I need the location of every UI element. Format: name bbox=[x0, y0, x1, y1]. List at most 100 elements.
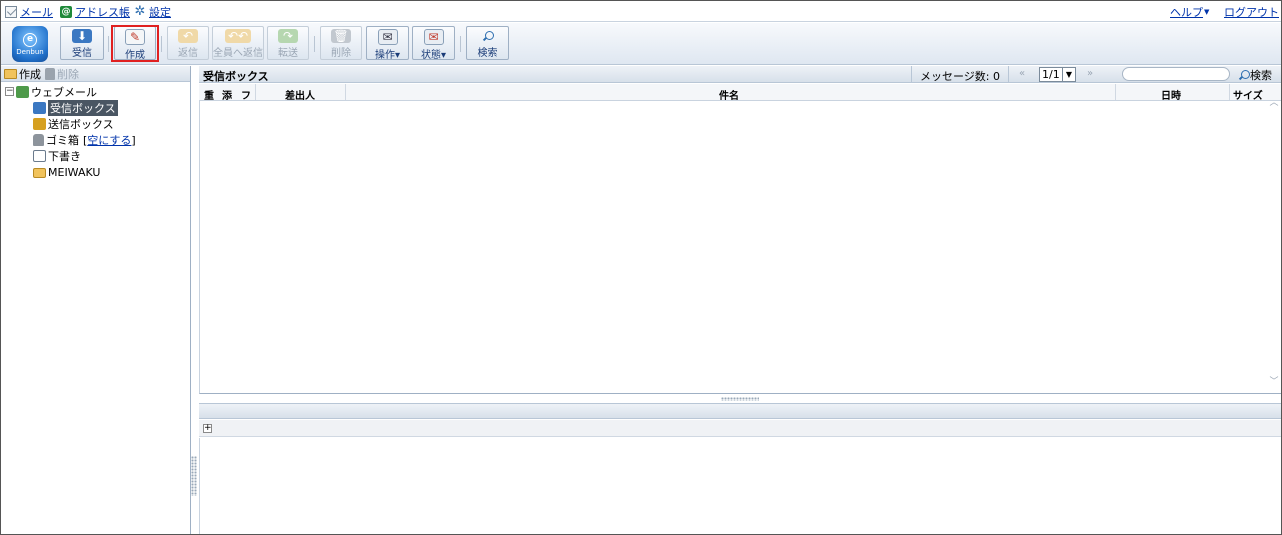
page-prev-button[interactable]: « bbox=[1019, 68, 1025, 79]
trash-icon bbox=[33, 133, 44, 146]
column-divider bbox=[1229, 84, 1230, 100]
flag-mail-icon: ✉ bbox=[423, 29, 444, 45]
vertical-splitter-handle[interactable] bbox=[191, 456, 197, 496]
search-button[interactable]: 検索 bbox=[466, 26, 509, 60]
preview-toolbar: + bbox=[199, 420, 1281, 437]
logo-text: Denbun bbox=[16, 47, 44, 56]
forward-icon: ↷ bbox=[278, 29, 298, 43]
forward-label: 転送 bbox=[278, 48, 298, 59]
status-label: 状態▾ bbox=[420, 50, 447, 61]
scroll-down-icon[interactable]: ﹀ bbox=[1269, 374, 1279, 387]
reply-button[interactable]: ↶ 返信 bbox=[167, 26, 209, 60]
app-window: メール @ アドレス帳 ✲ 設定 ヘルプ ▼ ログアウト ⬇ 受信 ✎ 作成 ↶… bbox=[0, 0, 1282, 535]
webmail-icon bbox=[16, 85, 29, 98]
nav-logout[interactable]: ログアウト bbox=[1224, 5, 1279, 19]
column-size[interactable]: サイズ bbox=[1233, 87, 1263, 102]
status-dropdown[interactable]: ✉ 状態▾ bbox=[412, 26, 455, 61]
toolbar-divider bbox=[108, 36, 109, 52]
list-search-label: 検索 bbox=[1250, 69, 1272, 82]
folder-trash[interactable]: ゴミ箱 [空にする] bbox=[33, 132, 136, 147]
list-search-button[interactable]: 検索 bbox=[1238, 67, 1272, 83]
tree-root-label: ウェブメール bbox=[31, 85, 97, 99]
nav-help-label[interactable]: ヘルプ bbox=[1170, 4, 1203, 20]
search-input[interactable] bbox=[1122, 67, 1230, 81]
page-next-button[interactable]: » bbox=[1087, 68, 1093, 79]
reply-all-button[interactable]: ↶↶ 全員へ返信 bbox=[212, 26, 264, 60]
tree-root-webmail[interactable]: − ウェブメール bbox=[5, 84, 97, 99]
folder-pane: 作成 削除 − ウェブメール 受信ボックス 送信ボックス ゴミ箱 [空にする] bbox=[1, 66, 191, 534]
create-folder-button[interactable]: 作成 bbox=[4, 66, 41, 82]
operation-dropdown[interactable]: ✉ 操作▾ bbox=[366, 26, 409, 61]
nav-mail-label[interactable]: メール bbox=[20, 4, 53, 20]
reply-icon: ↶ bbox=[178, 29, 198, 43]
chevron-down-icon: ▼ bbox=[1062, 68, 1075, 81]
folder-sent-label: 送信ボックス bbox=[48, 117, 114, 131]
folder-inbox-label: 受信ボックス bbox=[48, 99, 118, 116]
operation-label: 操作▾ bbox=[374, 50, 401, 61]
delete-folder-label: 削除 bbox=[57, 67, 79, 81]
message-count: メッセージ数: 0 bbox=[911, 66, 1009, 83]
column-subject[interactable]: 件名 bbox=[719, 87, 739, 102]
toolbar: ⬇ 受信 ✎ 作成 ↶ 返信 ↶↶ 全員へ返信 ↷ 転送 🗑 削除 ✉ 操作▾ bbox=[1, 23, 1281, 65]
message-list-scrollbar[interactable]: ︿ ﹀ bbox=[1267, 98, 1281, 393]
empty-trash-link[interactable]: 空にする bbox=[87, 134, 131, 147]
move-mail-icon: ✉ bbox=[377, 29, 398, 45]
nav-address-book-label[interactable]: アドレス帳 bbox=[75, 4, 130, 20]
nav-help[interactable]: ヘルプ ▼ bbox=[1170, 5, 1209, 19]
folder-pane-header: 作成 削除 bbox=[1, 66, 190, 82]
logo-e-icon: e bbox=[23, 32, 37, 47]
delete-folder-button[interactable]: 削除 bbox=[45, 66, 79, 82]
message-list: ︿ ﹀ bbox=[199, 98, 1281, 394]
message-list-title: 受信ボックス bbox=[203, 70, 269, 83]
draft-icon bbox=[33, 149, 46, 162]
search-icon bbox=[478, 29, 498, 43]
column-attachment[interactable]: 添 bbox=[222, 87, 232, 102]
expand-header-toggle[interactable]: + bbox=[203, 424, 212, 433]
folder-meiwaku-label: MEIWAKU bbox=[48, 166, 101, 179]
reply-all-icon: ↶↶ bbox=[225, 29, 251, 43]
column-divider bbox=[345, 84, 346, 100]
message-column-headers: 重 添 フ 差出人 件名 日時 サイズ bbox=[199, 84, 1281, 102]
search-label: 検索 bbox=[477, 48, 498, 59]
inbox-download-icon: ⬇ bbox=[72, 29, 92, 43]
inbox-icon bbox=[33, 101, 46, 114]
folder-inbox[interactable]: 受信ボックス bbox=[33, 99, 118, 116]
collapse-toggle[interactable]: − bbox=[5, 87, 14, 96]
delete-button[interactable]: 🗑 削除 bbox=[320, 26, 362, 60]
column-flag[interactable]: フ bbox=[241, 87, 251, 102]
nav-logout-label[interactable]: ログアウト bbox=[1224, 4, 1279, 20]
address-book-icon: @ bbox=[60, 6, 72, 18]
column-importance[interactable]: 重 bbox=[204, 87, 214, 102]
preview-body bbox=[199, 438, 1281, 534]
horizontal-splitter-handle[interactable] bbox=[721, 397, 759, 401]
nav-settings[interactable]: ✲ 設定 bbox=[134, 5, 171, 19]
column-sender[interactable]: 差出人 bbox=[285, 87, 315, 102]
scroll-up-icon[interactable]: ︿ bbox=[1269, 95, 1279, 108]
nav-address-book[interactable]: @ アドレス帳 bbox=[60, 5, 130, 19]
message-list-header: 受信ボックス メッセージ数: 0 « 1/1 ▼ » 検索 bbox=[199, 66, 1281, 83]
folder-icon bbox=[33, 167, 46, 178]
folder-drafts-label: 下書き bbox=[48, 149, 81, 163]
sent-box-icon bbox=[33, 117, 46, 130]
column-divider bbox=[255, 84, 256, 100]
folder-meiwaku[interactable]: MEIWAKU bbox=[33, 165, 100, 180]
receive-button[interactable]: ⬇ 受信 bbox=[60, 26, 104, 60]
column-date[interactable]: 日時 bbox=[1161, 87, 1181, 102]
folder-sent[interactable]: 送信ボックス bbox=[33, 116, 114, 131]
compose-label: 作成 bbox=[125, 50, 145, 61]
denbun-logo: e Denbun bbox=[12, 26, 48, 62]
create-folder-label: 作成 bbox=[19, 67, 41, 81]
pencil-icon: ✎ bbox=[125, 29, 145, 45]
page-select[interactable]: 1/1 ▼ bbox=[1039, 67, 1076, 82]
folder-drafts[interactable]: 下書き bbox=[33, 148, 81, 163]
reply-all-label: 全員へ返信 bbox=[213, 48, 263, 59]
reply-label: 返信 bbox=[178, 48, 198, 59]
nav-settings-label[interactable]: 設定 bbox=[149, 4, 171, 20]
toolbar-divider bbox=[314, 36, 315, 52]
page-select-value: 1/1 bbox=[1042, 68, 1060, 81]
nav-mail[interactable]: メール bbox=[5, 5, 53, 19]
toolbar-divider bbox=[460, 36, 461, 52]
gear-icon: ✲ bbox=[134, 4, 146, 19]
forward-button[interactable]: ↷ 転送 bbox=[267, 26, 309, 60]
compose-button[interactable]: ✎ 作成 bbox=[114, 26, 156, 61]
